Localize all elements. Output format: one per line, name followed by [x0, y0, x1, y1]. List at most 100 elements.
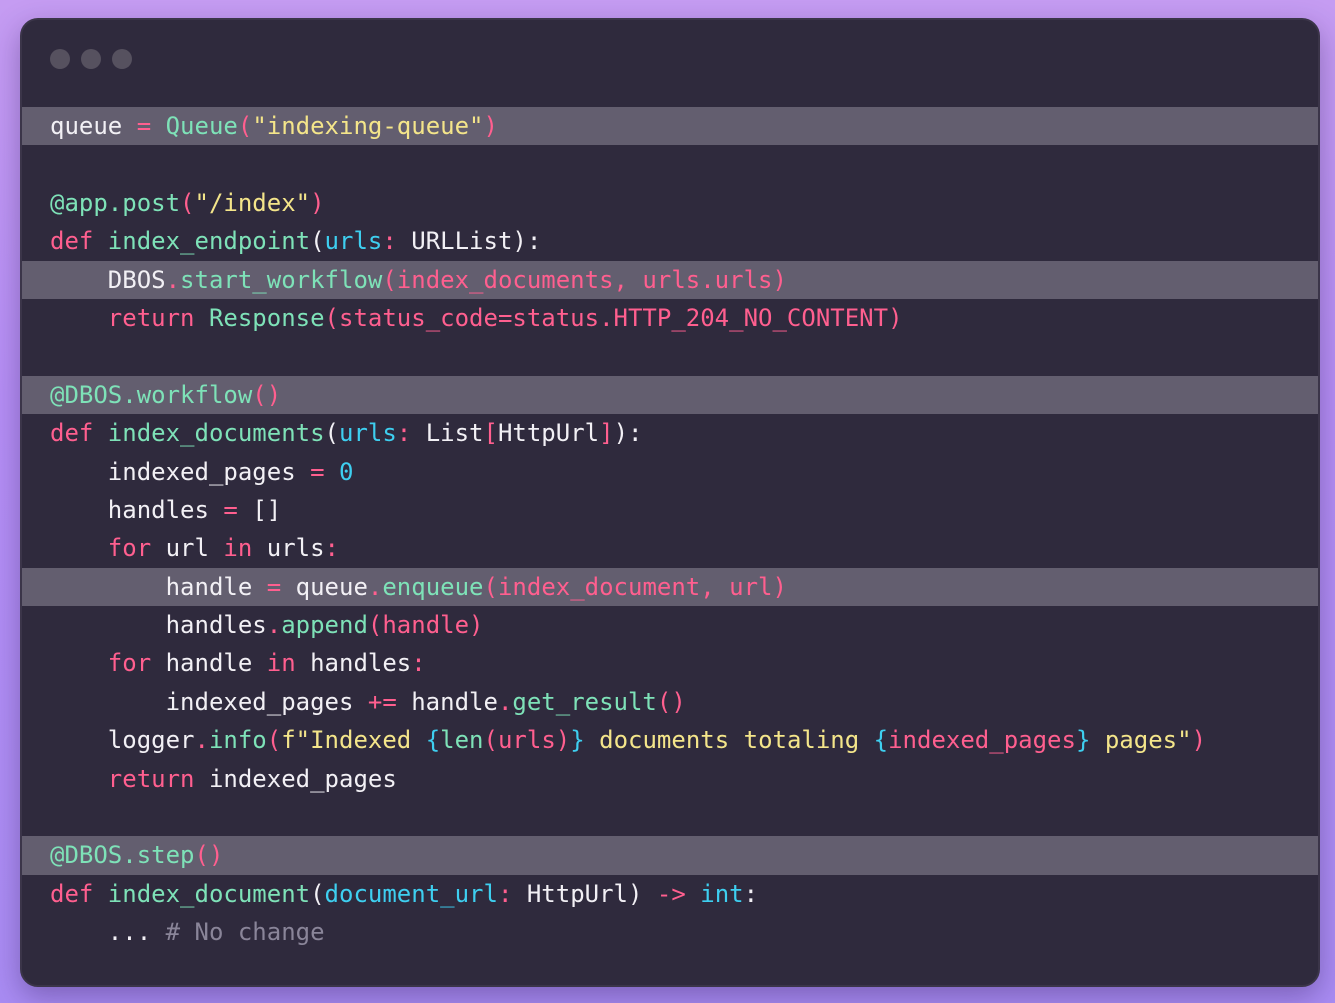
code-token: documents totaling: [584, 726, 874, 755]
code-token: (: [237, 112, 253, 140]
code-token: handle: [411, 687, 498, 716]
code-token: f"Indexed: [281, 726, 426, 755]
maximize-window-dot[interactable]: [112, 49, 132, 69]
code-token: (): [194, 841, 224, 870]
code-token: ):: [512, 227, 542, 256]
code-token: .: [194, 726, 209, 755]
code-token: index_document: [107, 879, 311, 908]
code-token: def: [50, 419, 108, 448]
code-token: .: [165, 265, 181, 294]
code-token: return: [107, 764, 209, 793]
code-token: (: [266, 726, 282, 755]
code-token: {: [425, 726, 441, 755]
code-line: indexed_pages = 0: [22, 453, 1318, 491]
code-token: (status_code=status.HTTP_204_NO_CONTENT): [324, 303, 903, 332]
code-token: .: [367, 572, 383, 601]
code-token: HttpUrl: [526, 879, 628, 908]
code-token: def: [50, 227, 108, 256]
code-token: (): [656, 687, 686, 716]
code-token: DBOS: [107, 265, 166, 294]
code-token: Response: [208, 303, 325, 332]
code-token: pages": [1090, 726, 1192, 755]
code-token: [: [483, 419, 498, 448]
code-token: logger: [107, 726, 195, 755]
code-token: =: [252, 572, 296, 601]
code-token: Queue: [165, 112, 238, 140]
code-token: queue: [50, 112, 123, 140]
code-token: len: [440, 726, 484, 755]
code-token: 0: [339, 457, 354, 486]
code-token: ): [310, 188, 325, 217]
code-token: indexed_pages: [888, 726, 1076, 755]
code-window: queue = Queue("indexing-queue") @app.pos…: [20, 18, 1320, 987]
code-token: start_workflow: [180, 265, 383, 294]
code-token: url: [165, 534, 224, 563]
code-token: ): [628, 879, 657, 908]
minimize-window-dot[interactable]: [81, 49, 101, 69]
code-token: :: [324, 534, 339, 563]
code-token: ):: [613, 419, 643, 448]
window-titlebar: [22, 20, 1318, 100]
code-line: logger.info(f"Indexed {len(urls)} docume…: [22, 721, 1318, 759]
code-token: =: [122, 112, 166, 140]
highlighted-code-line: handle = queue.enqueue(index_document, u…: [22, 567, 1318, 607]
code-token: ): [483, 112, 498, 140]
highlighted-code-line: queue = Queue("indexing-queue"): [22, 107, 1318, 146]
code-token: @DBOS.step: [50, 841, 195, 870]
code-token: (index_document, url): [483, 572, 787, 601]
code-token: URLList: [411, 227, 513, 256]
code-line: for url in urls:: [22, 529, 1318, 567]
code-token: :: [382, 227, 412, 256]
code-token: (handle): [367, 611, 484, 640]
code-token: =: [295, 457, 339, 486]
code-token: :: [743, 879, 759, 908]
code-token: handles: [107, 495, 209, 524]
code-line: def index_documents(urls: List[HttpUrl])…: [22, 414, 1318, 452]
code-token: enqueue: [382, 572, 484, 601]
close-window-dot[interactable]: [50, 49, 70, 69]
code-token: HttpUrl: [497, 419, 600, 448]
code-token: for: [107, 534, 166, 563]
code-token: ]: [599, 419, 614, 448]
code-token: get_result: [512, 687, 657, 716]
code-editor[interactable]: queue = Queue("indexing-queue") @app.pos…: [22, 107, 1318, 952]
code-token: }: [1075, 726, 1091, 755]
code-token: @DBOS.workflow: [50, 380, 253, 409]
highlighted-code-line: @DBOS.step(): [22, 836, 1318, 875]
code-token: queue: [295, 572, 368, 601]
code-token: []: [252, 495, 282, 524]
code-token: for: [107, 649, 166, 678]
code-token: append: [281, 611, 368, 640]
code-token: (: [324, 419, 339, 448]
code-token: indexed_pages: [208, 764, 397, 793]
code-token: indexed_pages: [107, 457, 296, 486]
code-token: =: [208, 495, 253, 524]
code-token: "indexing-queue": [252, 112, 484, 140]
code-token: ): [1191, 726, 1207, 755]
code-line: @app.post("/index"): [22, 184, 1318, 222]
code-token: (): [252, 380, 282, 409]
code-token: return: [107, 303, 209, 332]
code-token: def: [50, 879, 108, 908]
code-token: +=: [353, 687, 412, 716]
code-token: urls: [324, 227, 383, 256]
code-line: def index_document(document_url: HttpUrl…: [22, 875, 1318, 913]
code-token: :: [497, 879, 527, 908]
code-line: def index_endpoint(urls: URLList):: [22, 222, 1318, 260]
code-token: :: [411, 649, 426, 678]
code-token: urls: [266, 534, 325, 563]
code-token: {: [873, 726, 889, 755]
code-token: in: [223, 534, 267, 563]
code-token: indexed_pages: [165, 687, 354, 716]
code-token: index_documents: [107, 419, 325, 448]
